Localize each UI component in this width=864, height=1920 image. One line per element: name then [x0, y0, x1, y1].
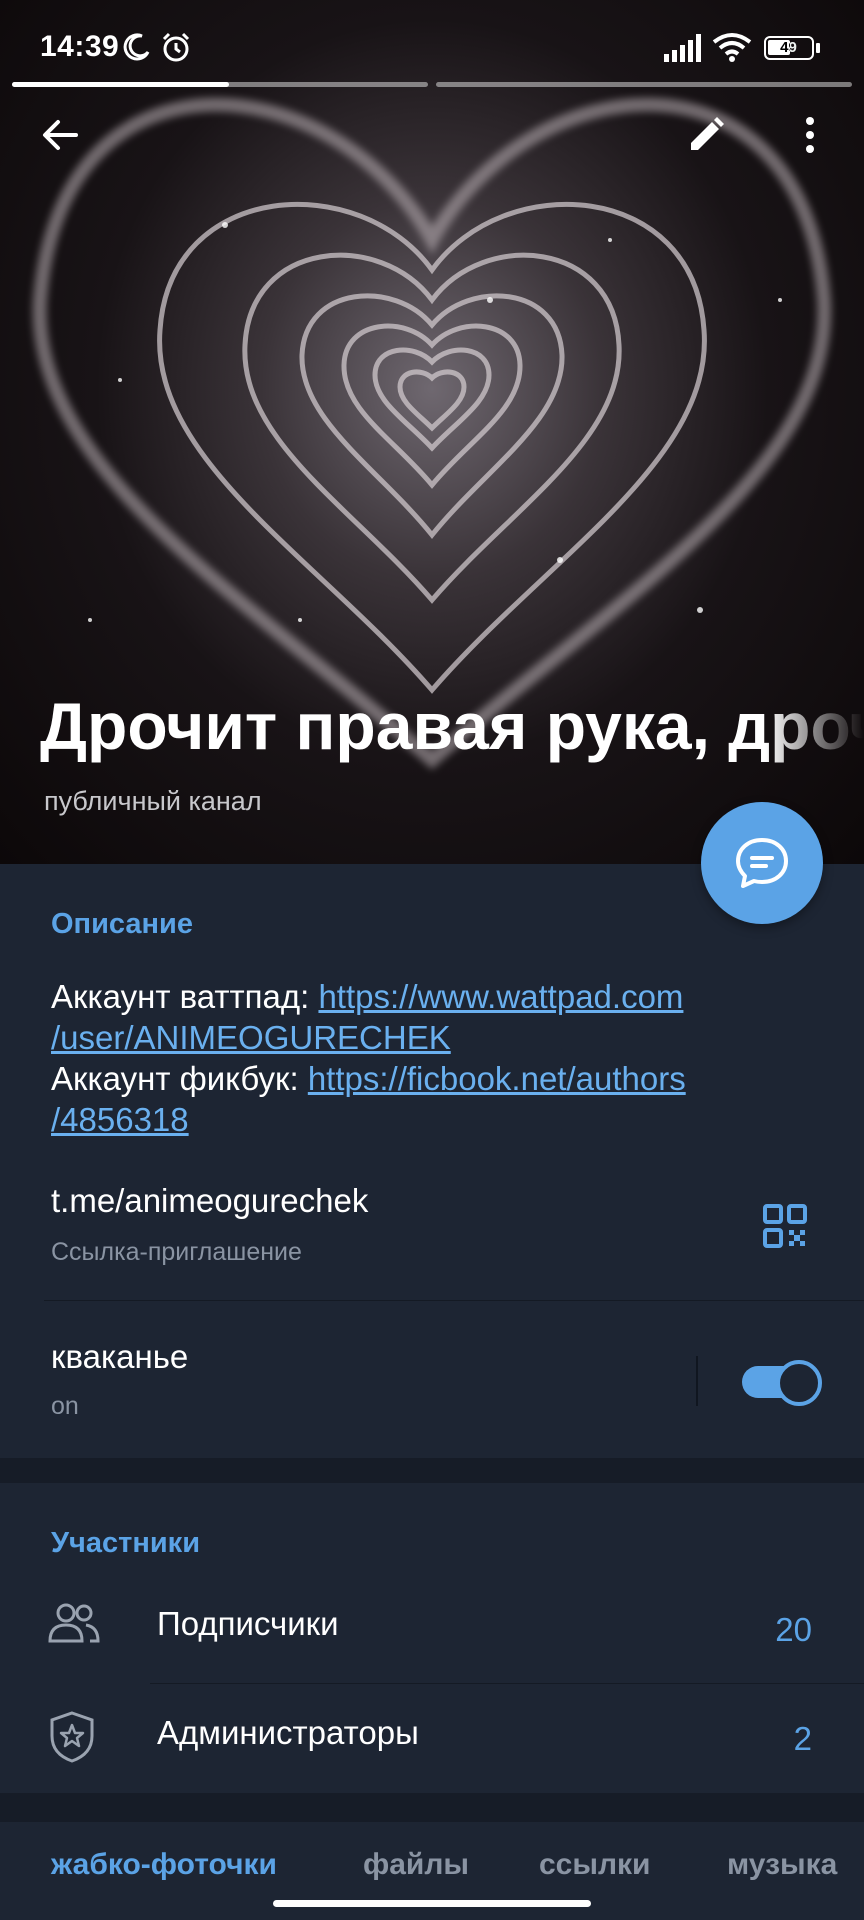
kvakanye-toggle-row[interactable]: кваканье on [0, 1302, 864, 1452]
arrow-left-icon [43, 120, 78, 150]
people-icon [48, 1603, 100, 1643]
switch-thumb [776, 1360, 822, 1406]
tab-files[interactable]: файлы [363, 1848, 469, 1882]
story-progress-1 [12, 82, 428, 87]
section-gap [0, 1793, 864, 1822]
moon-icon [123, 33, 150, 61]
more-vertical-icon [806, 117, 814, 153]
description-header: Описание [51, 908, 193, 940]
section-gap [0, 1458, 864, 1483]
qr-code-icon[interactable] [763, 1204, 807, 1248]
admins-count: 2 [793, 1720, 812, 1757]
chat-bubble-icon [736, 838, 788, 888]
status-time: 14:39 [40, 30, 120, 63]
channel-title: Дрочит правая рука, дроч [40, 689, 864, 763]
members-header: Участники [51, 1527, 201, 1559]
admins-row[interactable]: Администраторы 2 [0, 1684, 864, 1792]
home-indicator[interactable] [273, 1900, 591, 1907]
tab-links[interactable]: ссылки [539, 1848, 651, 1882]
invite-link: t.me/animeogurechek [51, 1182, 369, 1219]
battery-tip [816, 43, 820, 53]
subscribers-label: Подписчики [157, 1605, 339, 1642]
toggle-title: кваканье [51, 1338, 189, 1375]
invite-link-label: Ссылка-приглашение [51, 1238, 302, 1266]
admins-label: Администраторы [157, 1714, 419, 1751]
tab-music[interactable]: музыка [727, 1848, 837, 1882]
story-progress-2 [436, 82, 852, 87]
invite-link-row[interactable]: t.me/animeogurechek Ссылка-приглашение [0, 1168, 864, 1300]
pencil-icon [691, 117, 724, 150]
subscribers-row[interactable]: Подписчики 20 [0, 1575, 864, 1683]
toggle-separator [696, 1356, 698, 1406]
discuss-button[interactable] [701, 802, 823, 924]
battery-level: 49 [780, 39, 797, 56]
back-button[interactable] [30, 105, 90, 165]
wifi-icon [712, 33, 752, 62]
kvakanye-switch[interactable] [742, 1360, 822, 1406]
more-options-button[interactable] [780, 105, 840, 165]
subscribers-count: 20 [775, 1611, 812, 1648]
status-bar: 14:39 49 [0, 0, 864, 90]
battery-icon: 49 [764, 36, 814, 60]
tab-photos[interactable]: жабко-фоточки [51, 1848, 277, 1882]
divider [44, 1300, 864, 1301]
description-text: Аккаунт ваттпад: https://www.wattpad.com… [51, 976, 831, 1140]
wattpad-prefix: Аккаунт ваттпад: [51, 978, 319, 1015]
signal-icon [664, 34, 701, 62]
edit-button[interactable] [676, 105, 736, 165]
admin-shield-icon [50, 1711, 94, 1763]
ficbook-prefix: Аккаунт фикбук: [51, 1060, 308, 1097]
toggle-subtitle: on [51, 1392, 79, 1420]
alarm-icon [162, 32, 190, 62]
channel-subtitle: публичный канал [44, 786, 262, 816]
